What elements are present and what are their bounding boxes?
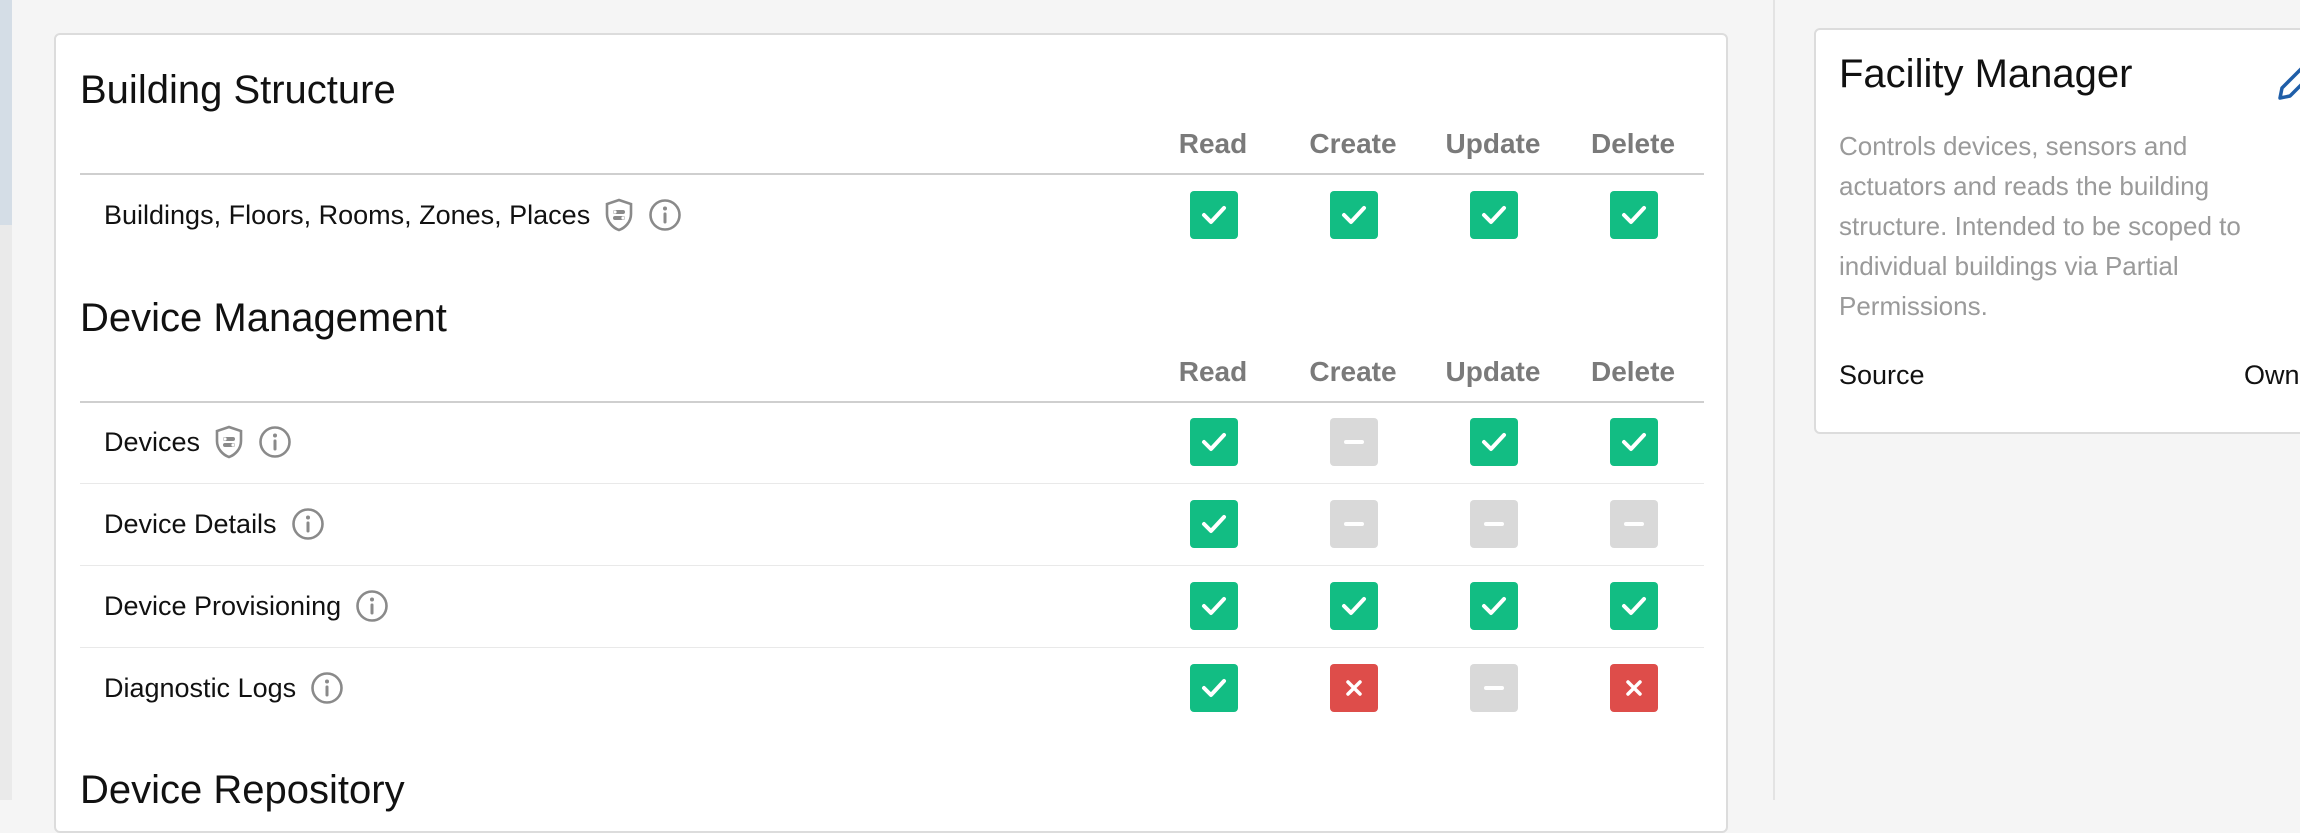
section-title-device-management: Device Management: [80, 296, 447, 340]
source-label: Source: [1839, 360, 1925, 390]
row-label-devices: Devices: [104, 417, 292, 467]
left-panel-accent: [0, 0, 12, 225]
column-header-read: Read: [1178, 128, 1248, 159]
permission-cell-device-details-update: [1470, 500, 1518, 548]
permission-cell-buildings-update[interactable]: [1470, 191, 1518, 239]
row-divider: [80, 483, 1704, 484]
info-icon[interactable]: [291, 507, 325, 541]
column-header-update: Update: [1445, 128, 1541, 159]
row-divider: [80, 565, 1704, 566]
shield-icon: [604, 198, 634, 232]
column-header-delete: Delete: [1590, 356, 1676, 387]
column-header-update: Update: [1445, 356, 1541, 387]
info-icon[interactable]: [648, 198, 682, 232]
row-divider: [80, 647, 1704, 648]
row-label-device-provisioning: Device Provisioning: [104, 581, 389, 631]
permission-cell-diagnostic-logs-delete[interactable]: [1610, 664, 1658, 712]
permission-cell-diagnostic-logs-update: [1470, 664, 1518, 712]
column-header-delete: Delete: [1590, 128, 1676, 159]
info-icon[interactable]: [258, 425, 292, 459]
permission-name: Buildings, Floors, Rooms, Zones, Places: [104, 199, 591, 230]
permission-name: Diagnostic Logs: [104, 672, 297, 703]
permission-cell-device-provisioning-update[interactable]: [1470, 582, 1518, 630]
source-value: Own: [2244, 360, 2300, 390]
section-title-building-structure: Building Structure: [80, 68, 396, 112]
section-title-device-repository: Device Repository: [80, 768, 405, 812]
pane-divider: [1773, 0, 1775, 800]
shield-icon: [214, 425, 244, 459]
pencil-icon[interactable]: [2276, 62, 2300, 107]
permission-cell-buildings-create[interactable]: [1330, 191, 1378, 239]
permission-cell-diagnostic-logs-create[interactable]: [1330, 664, 1378, 712]
permission-cell-device-provisioning-delete[interactable]: [1610, 582, 1658, 630]
permission-cell-devices-delete[interactable]: [1610, 418, 1658, 466]
permission-name: Device Details: [104, 508, 277, 539]
permission-cell-device-provisioning-read[interactable]: [1190, 582, 1238, 630]
permission-name: Device Provisioning: [104, 590, 342, 621]
permission-name: Devices: [104, 426, 201, 457]
permission-cell-devices-read[interactable]: [1190, 418, 1238, 466]
column-header-read: Read: [1178, 356, 1248, 387]
column-header-create: Create: [1309, 128, 1397, 159]
permission-cell-diagnostic-logs-read[interactable]: [1190, 664, 1238, 712]
info-icon[interactable]: [310, 671, 344, 705]
permission-cell-device-details-read[interactable]: [1190, 500, 1238, 548]
role-title: Facility Manager: [1839, 52, 2133, 96]
permission-cell-device-details-delete: [1610, 500, 1658, 548]
table-header-divider: [80, 401, 1704, 403]
row-label-buildings: Buildings, Floors, Rooms, Zones, Places: [104, 190, 682, 240]
row-label-device-details: Device Details: [104, 499, 325, 549]
row-label-diagnostic-logs: Diagnostic Logs: [104, 663, 344, 713]
permission-cell-devices-update[interactable]: [1470, 418, 1518, 466]
permission-cell-buildings-read[interactable]: [1190, 191, 1238, 239]
column-header-create: Create: [1309, 356, 1397, 387]
permission-cell-device-details-create: [1330, 500, 1378, 548]
permission-cell-buildings-delete[interactable]: [1610, 191, 1658, 239]
permission-cell-devices-create: [1330, 418, 1378, 466]
table-header-divider: [80, 173, 1704, 175]
role-description: Controls devices, sensors and actuators …: [1839, 131, 2241, 321]
info-icon[interactable]: [355, 589, 389, 623]
permission-cell-device-provisioning-create[interactable]: [1330, 582, 1378, 630]
